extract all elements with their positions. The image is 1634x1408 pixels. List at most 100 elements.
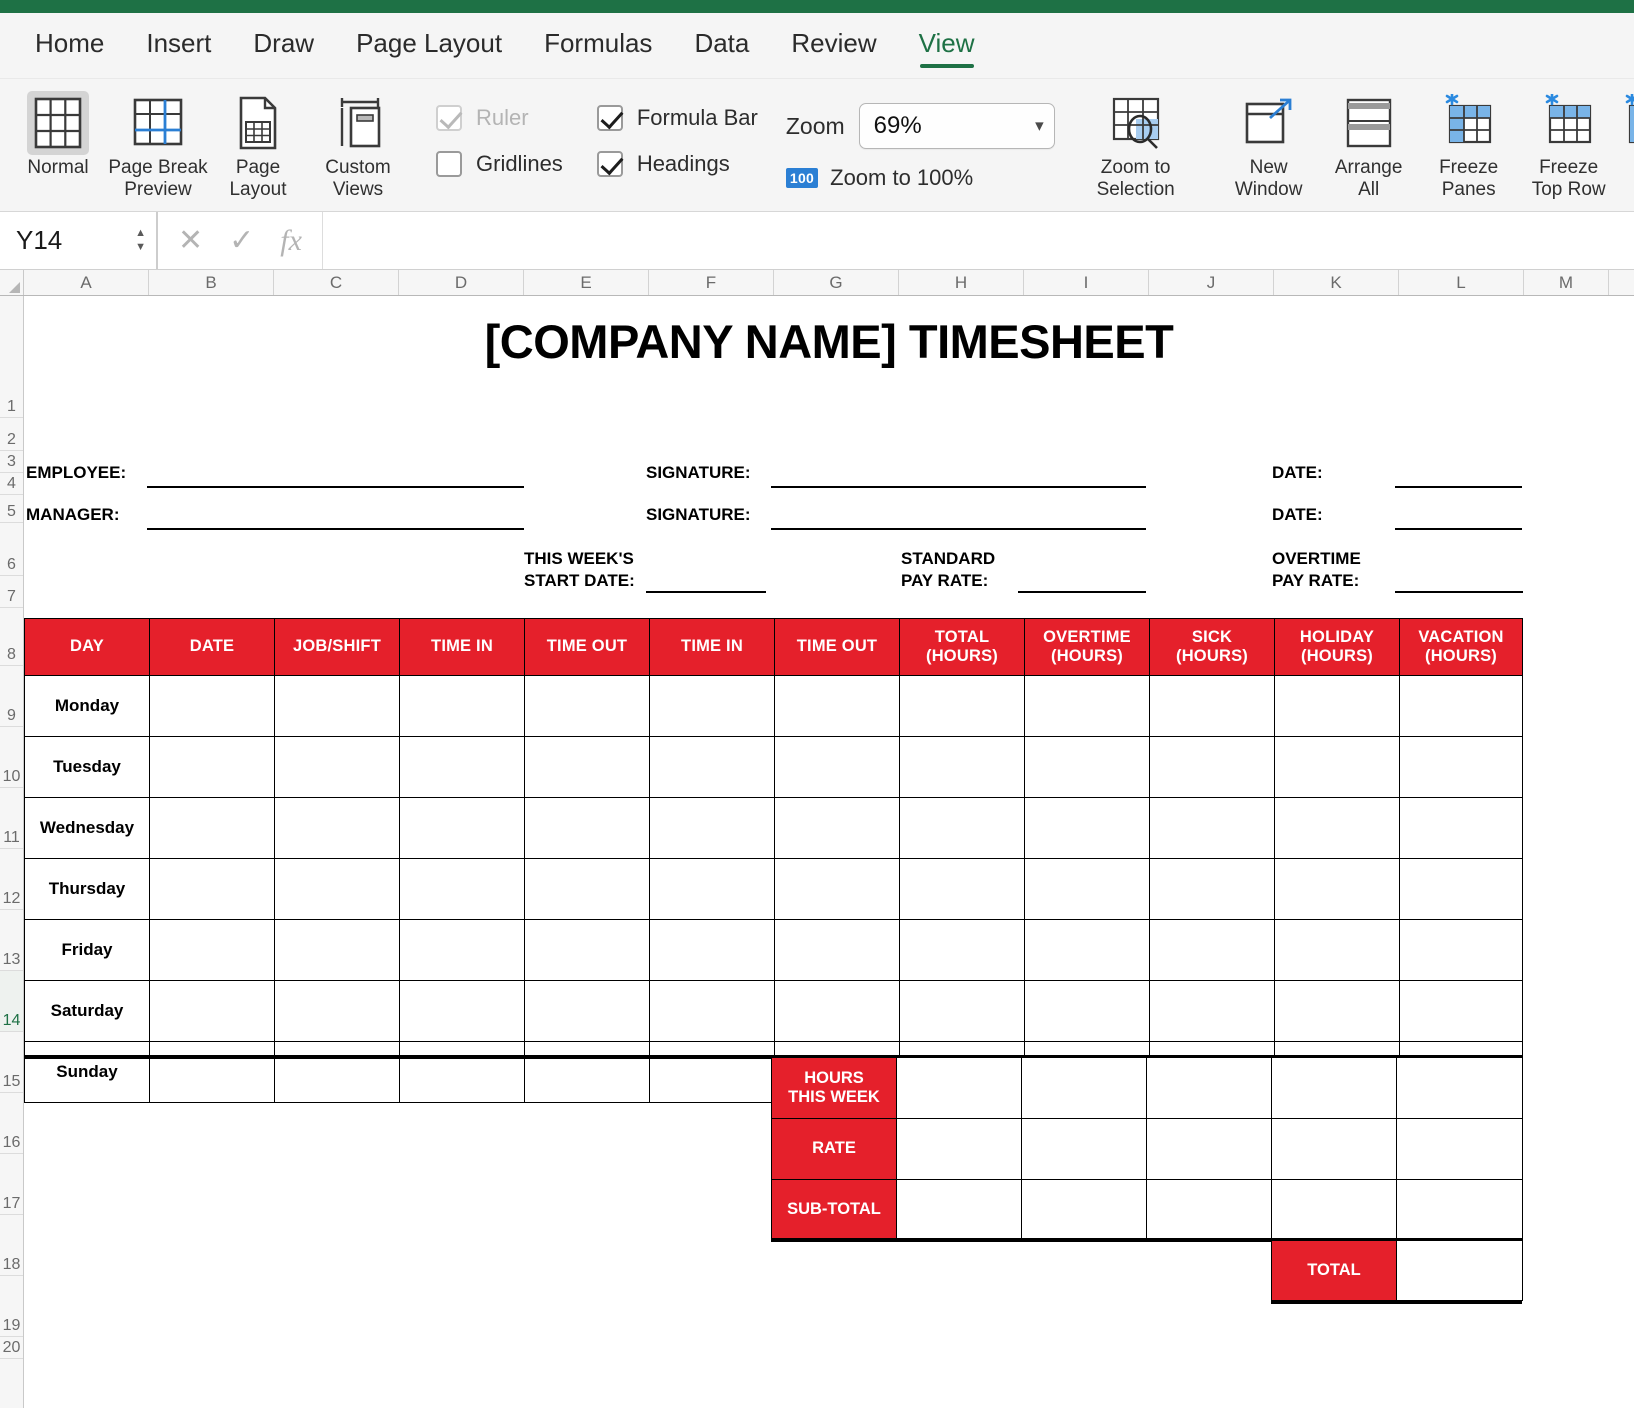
page-layout-view-button[interactable]: Page Layout (208, 85, 308, 201)
insert-function-icon[interactable]: fx (280, 224, 302, 258)
cell-thursday-vacation[interactable] (1400, 859, 1523, 920)
cell-wednesday-job[interactable] (275, 798, 400, 859)
custom-views-button[interactable]: Custom Views (308, 85, 408, 201)
new-window-button[interactable]: New Window (1219, 85, 1319, 201)
row-header-11[interactable]: 11 (0, 788, 23, 849)
cell-rate-sick[interactable] (1147, 1119, 1272, 1180)
cell-tuesday-job[interactable] (275, 737, 400, 798)
cell-hours-total[interactable] (897, 1058, 1022, 1119)
cell-monday-in2[interactable] (650, 676, 775, 737)
row-header-3[interactable]: 3 (0, 451, 23, 473)
cell-monday-overtime[interactable] (1025, 676, 1150, 737)
cell-friday-out1[interactable] (525, 920, 650, 981)
column-header-j[interactable]: J (1149, 270, 1274, 295)
column-header-d[interactable]: D (399, 270, 524, 295)
name-box-spinner[interactable]: ▲ ▼ (135, 228, 146, 253)
column-header-k[interactable]: K (1274, 270, 1399, 295)
cell-wednesday-out1[interactable] (525, 798, 650, 859)
cell-monday-sick[interactable] (1150, 676, 1275, 737)
start-date-input-line[interactable] (646, 591, 766, 593)
cell-tuesday-holiday[interactable] (1275, 737, 1400, 798)
cell-sunday-date[interactable] (150, 1042, 275, 1103)
zoom-level-select[interactable]: 69% ▾ (859, 103, 1055, 149)
row-header-13[interactable]: 13 (0, 910, 23, 971)
standard-pay-rate-input-line[interactable] (1018, 591, 1146, 593)
cell-friday-vacation[interactable] (1400, 920, 1523, 981)
cell-friday-in1[interactable] (400, 920, 525, 981)
column-header-b[interactable]: B (149, 270, 274, 295)
freeze-first-column-button[interactable]: Fre C (1619, 85, 1634, 201)
cell-rate-total[interactable] (897, 1119, 1022, 1180)
cell-wednesday-holiday[interactable] (1275, 798, 1400, 859)
cell-saturday-in2[interactable] (650, 981, 775, 1042)
cell-tuesday-in1[interactable] (400, 737, 525, 798)
cell-saturday-out2[interactable] (775, 981, 900, 1042)
gridlines-checkbox-row[interactable]: Gridlines (436, 151, 563, 177)
row-header-6[interactable]: 6 (0, 523, 23, 576)
cell-saturday-overtime[interactable] (1025, 981, 1150, 1042)
cell-monday-out1[interactable] (525, 676, 650, 737)
cell-hours-sick[interactable] (1147, 1058, 1272, 1119)
row-header-14[interactable]: 14 (0, 971, 23, 1032)
row-header-20[interactable]: 20 (0, 1337, 23, 1359)
cell-sunday-in2[interactable] (650, 1042, 775, 1103)
cell-wednesday-overtime[interactable] (1025, 798, 1150, 859)
zoom-to-selection-button[interactable]: Zoom to Selection (1081, 85, 1191, 201)
cell-saturday-total[interactable] (900, 981, 1025, 1042)
cell-wednesday-in2[interactable] (650, 798, 775, 859)
employee-input-line[interactable] (147, 486, 524, 488)
column-header-g[interactable]: G (774, 270, 899, 295)
cell-monday-in1[interactable] (400, 676, 525, 737)
tab-formulas[interactable]: Formulas (523, 22, 673, 69)
cell-subtotal-vacation[interactable] (1397, 1180, 1523, 1241)
headings-checkbox[interactable] (597, 151, 623, 177)
cell-subtotal-holiday[interactable] (1272, 1180, 1397, 1241)
cell-friday-in2[interactable] (650, 920, 775, 981)
cell-thursday-holiday[interactable] (1275, 859, 1400, 920)
column-header-l[interactable]: L (1399, 270, 1524, 295)
cell-rate-holiday[interactable] (1272, 1119, 1397, 1180)
page-break-preview-button[interactable]: Page Break Preview (108, 85, 208, 201)
row-header-1[interactable]: 1 (0, 296, 23, 418)
ruler-checkbox[interactable] (436, 105, 462, 131)
column-header-i[interactable]: I (1024, 270, 1149, 295)
cell-wednesday-out2[interactable] (775, 798, 900, 859)
cell-rate-vacation[interactable] (1397, 1119, 1523, 1180)
cell-thursday-sick[interactable] (1150, 859, 1275, 920)
select-all-corner[interactable] (0, 270, 24, 295)
row-header-19[interactable]: 19 (0, 1276, 23, 1337)
cell-tuesday-out2[interactable] (775, 737, 900, 798)
cell-monday-total[interactable] (900, 676, 1025, 737)
formula-bar-checkbox-row[interactable]: Formula Bar (597, 105, 758, 131)
row-header-7[interactable]: 7 (0, 576, 23, 608)
cell-sunday-out1[interactable] (525, 1042, 650, 1103)
zoom-to-100-button[interactable]: 100 Zoom to 100% (786, 165, 1055, 191)
column-header-m[interactable]: M (1524, 270, 1609, 295)
column-header-e[interactable]: E (524, 270, 649, 295)
cell-friday-date[interactable] (150, 920, 275, 981)
freeze-top-row-button[interactable]: Freeze Top Row (1519, 85, 1619, 201)
date-input-line-2[interactable] (1395, 528, 1522, 530)
cell-monday-date[interactable] (150, 676, 275, 737)
cell-saturday-sick[interactable] (1150, 981, 1275, 1042)
cell-thursday-total[interactable] (900, 859, 1025, 920)
ruler-checkbox-row[interactable]: Ruler (436, 105, 563, 131)
cell-thursday-in2[interactable] (650, 859, 775, 920)
cell-tuesday-in2[interactable] (650, 737, 775, 798)
cell-friday-holiday[interactable] (1275, 920, 1400, 981)
freeze-panes-button[interactable]: Freeze Panes (1419, 85, 1519, 201)
signature-input-line-2[interactable] (771, 528, 1146, 530)
column-header-h[interactable]: H (899, 270, 1024, 295)
arrange-all-button[interactable]: Arrange All (1319, 85, 1419, 201)
cell-tuesday-vacation[interactable] (1400, 737, 1523, 798)
cell-monday-job[interactable] (275, 676, 400, 737)
row-header-12[interactable]: 12 (0, 849, 23, 910)
row-header-2[interactable]: 2 (0, 418, 23, 451)
cell-saturday-date[interactable] (150, 981, 275, 1042)
headings-checkbox-row[interactable]: Headings (597, 151, 758, 177)
cell-tuesday-sick[interactable] (1150, 737, 1275, 798)
cell-monday-out2[interactable] (775, 676, 900, 737)
cell-wednesday-in1[interactable] (400, 798, 525, 859)
cell-subtotal-total[interactable] (897, 1180, 1022, 1241)
cell-sunday-in1[interactable] (400, 1042, 525, 1103)
